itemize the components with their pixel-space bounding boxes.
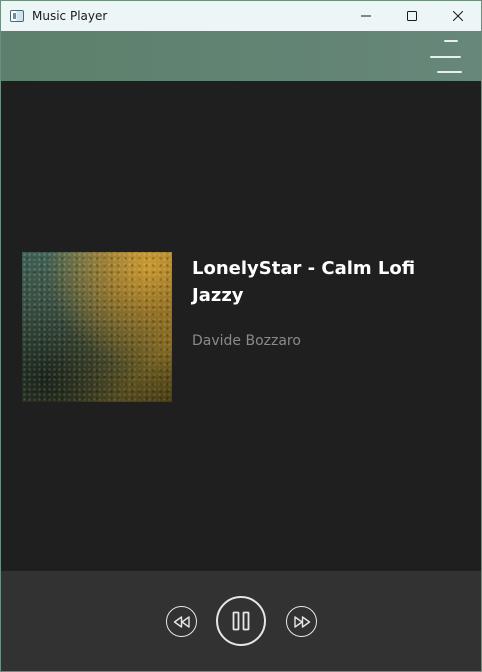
track-title: LonelyStar - Calm Lofi Jazzy bbox=[192, 258, 416, 306]
minimize-button[interactable] bbox=[343, 1, 389, 31]
playback-controls bbox=[1, 571, 481, 671]
pause-icon bbox=[232, 611, 250, 631]
close-button[interactable] bbox=[435, 1, 481, 31]
app-header bbox=[1, 31, 481, 81]
rewind-icon bbox=[173, 615, 190, 628]
menu-button[interactable] bbox=[427, 39, 463, 75]
music-player-window: Music Player LonelyStar - Calm Lofi Jazz… bbox=[0, 0, 482, 672]
app-window-icon bbox=[10, 10, 24, 22]
now-playing-panel: LonelyStar - Calm Lofi Jazzy Davide Bozz… bbox=[1, 81, 481, 571]
fast-forward-button[interactable] bbox=[286, 606, 317, 637]
close-icon bbox=[453, 11, 463, 21]
window-title: Music Player bbox=[32, 9, 108, 23]
title-bar[interactable]: Music Player bbox=[1, 1, 481, 31]
minimize-icon bbox=[361, 15, 371, 17]
album-cover-image bbox=[22, 252, 172, 402]
rewind-button[interactable] bbox=[166, 606, 197, 637]
maximize-button[interactable] bbox=[389, 1, 435, 31]
pause-button[interactable] bbox=[216, 596, 266, 646]
maximize-icon bbox=[407, 11, 417, 21]
window-controls bbox=[343, 1, 481, 31]
hamburger-menu-icon bbox=[430, 40, 462, 73]
fast-forward-icon bbox=[293, 615, 310, 628]
track-artist: Davide Bozzaro bbox=[192, 333, 301, 349]
